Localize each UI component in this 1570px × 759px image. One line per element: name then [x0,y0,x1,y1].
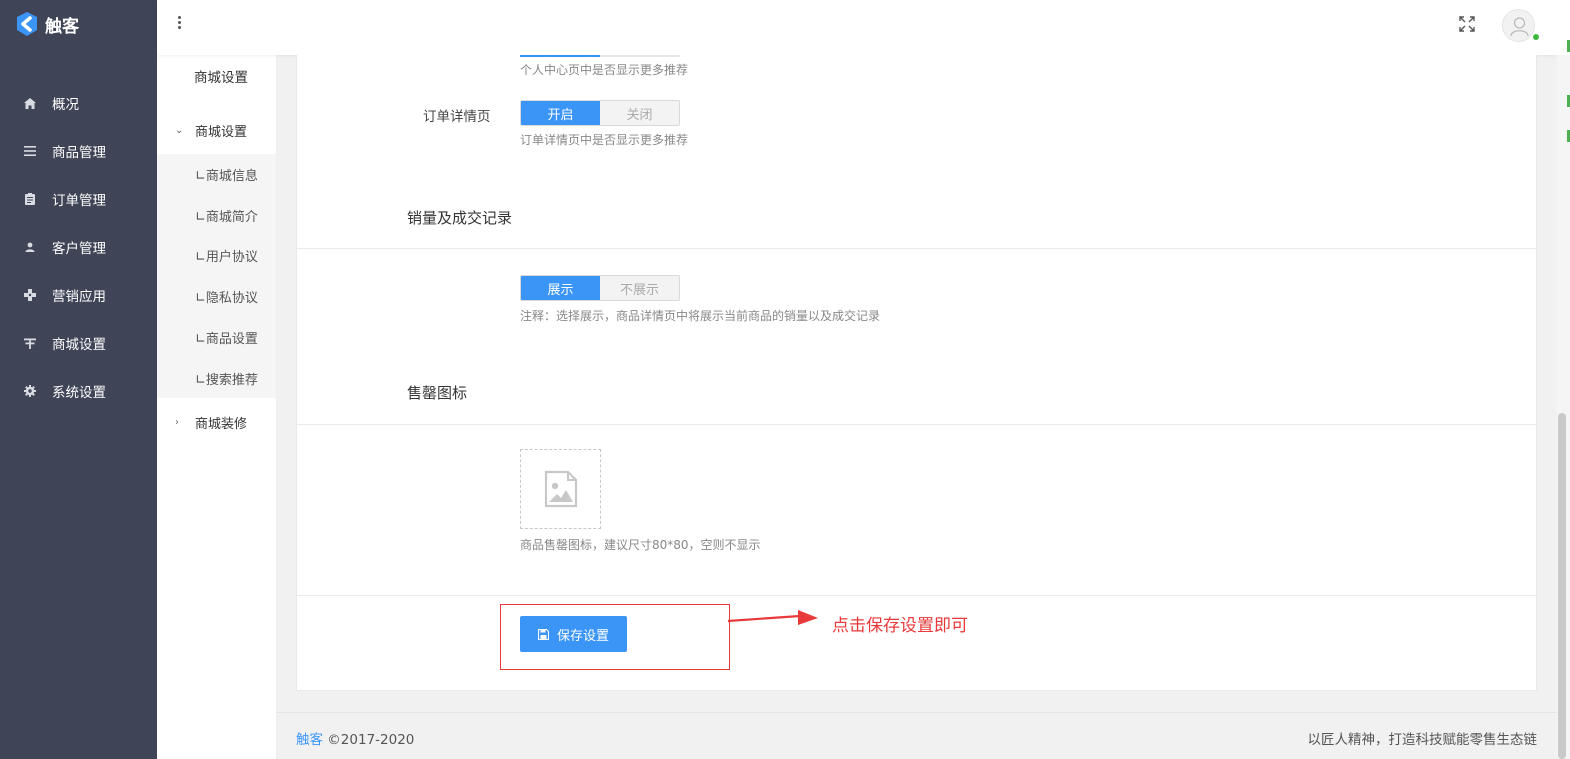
submenu-item-search-recommend[interactable]: ∟搜索推荐 [195,369,258,388]
personal-center-hint: 个人中心页中是否显示更多推荐 [520,63,689,77]
chevron-down-icon: ⌄ [175,124,184,136]
sidebar-item-label: 订单管理 [52,193,106,209]
soldout-icon-upload[interactable] [520,449,601,529]
online-status-dot [1533,34,1539,40]
sales-show-option[interactable]: 展示 [521,276,600,300]
user-avatar-icon [1510,17,1529,37]
app-logo[interactable]: 触客 [14,10,79,38]
submenu-group-store-settings[interactable]: ⌄ 商城设置 [157,119,277,141]
section-divider [297,248,1536,249]
logo-icon [17,12,37,36]
annotation-arrow-icon [728,610,818,625]
page-scrollbar[interactable] [1557,55,1570,759]
list-icon [23,144,37,158]
user-icon [23,240,37,254]
order-detail-toggle: 开启 关闭 [520,100,680,126]
personal-center-toggle[interactable] [520,55,680,57]
top-header [157,0,1570,55]
section-divider [297,595,1536,596]
order-detail-on-option[interactable]: 开启 [521,101,600,125]
home-icon [23,96,37,110]
footer-copyright-years: ©2017-2020 [327,732,415,748]
sidebar-item-label: 商品管理 [52,145,106,161]
sidebar-item-store-settings[interactable]: 商城设置 [0,331,157,355]
sales-section-title: 销量及成交记录 [407,209,513,227]
submenu-item-store-info[interactable]: ∟商城信息 [195,165,258,184]
more-menu-icon[interactable] [178,16,182,34]
store-icon [23,336,37,350]
avatar[interactable] [1502,9,1535,42]
submenu-title: 商城设置 [194,70,248,86]
submenu-item-user-agreement[interactable]: ∟用户协议 [195,246,258,265]
sidebar-item-label: 客户管理 [52,241,106,257]
scrollbar-thumb[interactable] [1558,413,1566,759]
sidebar-item-marketing[interactable]: 营销应用 [0,283,157,307]
submenu-group-label: 商城装修 [195,416,248,432]
submenu-group-store-decoration[interactable]: › 商城装修 [157,411,277,433]
sales-hide-option[interactable]: 不展示 [600,276,679,300]
clipboard-icon [23,192,37,206]
footer-copyright: 触客 ©2017-2020 [296,728,414,748]
soldout-icon-hint: 商品售罄图标，建议尺寸80*80，空则不显示 [520,538,761,552]
sidebar-item-label: 系统设置 [52,385,106,401]
sidebar-item-orders[interactable]: 订单管理 [0,187,157,211]
app-name: 触客 [45,16,79,37]
gear-icon [23,384,37,398]
settings-panel: 个人中心页中是否显示更多推荐 订单详情页 开启 关闭 订单详情页中是否显示更多推… [296,55,1537,691]
image-placeholder-icon [544,470,577,508]
sidebar-item-label: 商城设置 [52,337,106,353]
sidebar-item-overview[interactable]: 概况 [0,91,157,115]
sales-record-toggle: 展示 不展示 [520,275,680,301]
sidebar-item-products[interactable]: 商品管理 [0,139,157,163]
footer-slogan: 以匠人精神，打造科技赋能零售生态链 [1307,732,1538,748]
annotation-text: 点击保存设置即可 [832,616,968,636]
sidebar-item-label: 概况 [52,97,79,113]
order-detail-off-option[interactable]: 关闭 [600,101,679,125]
main-sidebar: 触客 概况 商品管理 订单管理 客户管理 营销应用 商城设置 系统设置 [0,0,157,759]
submenu-group-label: 商城设置 [195,124,248,140]
order-detail-label: 订单详情页 [423,109,491,125]
submenu-item-store-intro[interactable]: ∟商城简介 [195,206,258,225]
secondary-menu: 商城设置 ⌄ 商城设置 ∟商城信息 ∟商城简介 ∟用户协议 ∟隐私协议 ∟商品设… [157,0,277,759]
submenu-item-privacy-agreement[interactable]: ∟隐私协议 [195,287,258,306]
fullscreen-icon[interactable] [1459,16,1475,32]
footer-brand-link[interactable]: 触客 [296,732,323,748]
section-divider [297,424,1536,425]
soldout-section-title: 售罄图标 [407,384,468,402]
sales-record-hint: 注释：选择展示，商品详情页中将展示当前商品的销量以及成交记录 [520,309,881,323]
sidebar-item-system-settings[interactable]: 系统设置 [0,379,157,403]
order-detail-hint: 订单详情页中是否显示更多推荐 [520,133,689,147]
chevron-right-icon: › [175,416,179,428]
annotation-highlight-box [500,604,730,670]
submenu-item-product-settings[interactable]: ∟商品设置 [195,328,258,347]
page-footer: 触客 ©2017-2020 以匠人精神，打造科技赋能零售生态链 [277,712,1557,759]
sidebar-item-customers[interactable]: 客户管理 [0,235,157,259]
gamepad-icon [23,288,37,302]
submenu-leaf-container [157,154,276,398]
sidebar-item-label: 营销应用 [52,289,106,305]
